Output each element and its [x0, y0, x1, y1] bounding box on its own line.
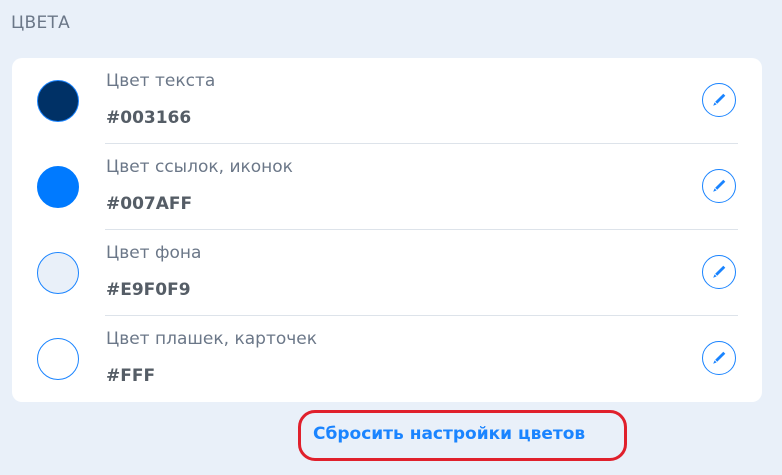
color-swatch[interactable] [37, 166, 79, 208]
color-row-links: Цвет ссылок, иконок #007AFF [12, 144, 762, 230]
color-value: #E9F0F9 [106, 280, 191, 300]
colors-card: Цвет текста #003166 Цвет ссылок, иконок … [12, 58, 762, 402]
section-title: ЦВЕТА [11, 13, 71, 33]
pencil-icon [713, 179, 726, 192]
pencil-icon [713, 93, 726, 106]
color-value: #007AFF [106, 194, 193, 214]
color-swatch[interactable] [37, 338, 79, 380]
edit-color-button[interactable] [702, 341, 736, 375]
color-row-text: Цвет текста #003166 [12, 58, 762, 144]
color-label: Цвет фона [106, 243, 202, 263]
edit-color-button[interactable] [702, 83, 736, 117]
color-label: Цвет текста [106, 71, 216, 91]
color-swatch[interactable] [37, 80, 79, 122]
pencil-icon [713, 351, 726, 364]
color-label: Цвет плашек, карточек [106, 329, 318, 349]
color-swatch[interactable] [37, 252, 79, 294]
color-value: #003166 [106, 108, 192, 128]
color-value: #FFF [106, 366, 156, 386]
edit-color-button[interactable] [702, 169, 736, 203]
reset-colors-link[interactable]: Сбросить настройки цветов [313, 424, 585, 444]
color-row-background: Цвет фона #E9F0F9 [12, 230, 762, 316]
color-row-cards: Цвет плашек, карточек #FFF [12, 316, 762, 402]
color-label: Цвет ссылок, иконок [106, 157, 293, 177]
edit-color-button[interactable] [702, 255, 736, 289]
pencil-icon [713, 265, 726, 278]
